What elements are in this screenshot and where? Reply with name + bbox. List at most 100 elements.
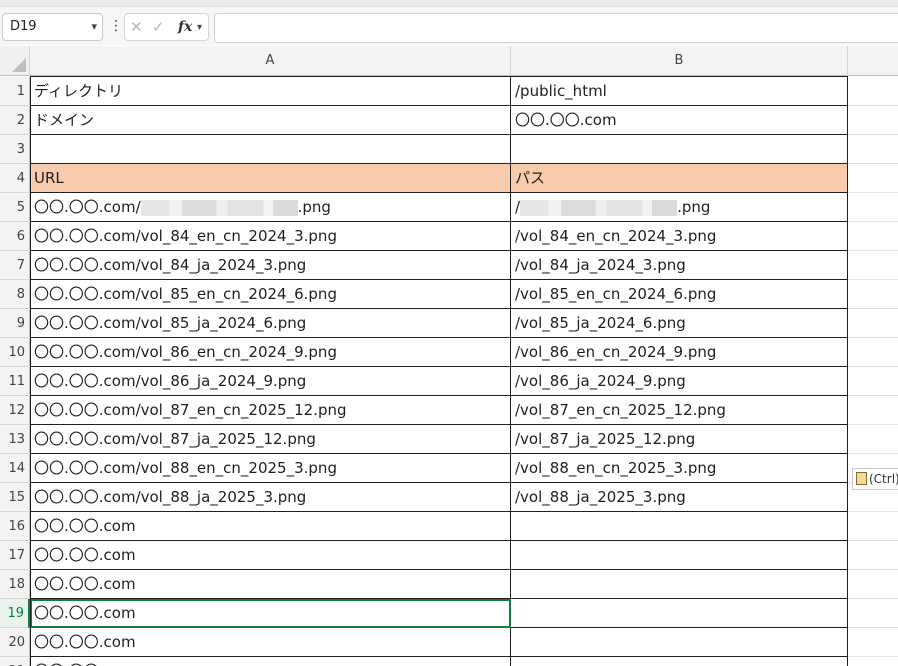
cell-a[interactable]: ディレクトリ [30,77,511,106]
cell-b[interactable] [511,599,848,628]
cell-b[interactable]: /vol_87_ja_2025_12.png [511,425,848,454]
cell-a[interactable]: 〇〇.〇〇.com [30,512,511,541]
cancel-icon[interactable]: ✕ [130,18,143,36]
table-row: 〇〇.〇〇.com/vol_86_en_cn_2024_9.png/vol_86… [30,338,898,367]
cell-c[interactable] [848,657,898,666]
cell-b[interactable]: パス [511,164,848,193]
row-header[interactable]: 19 [0,599,30,628]
cell-a[interactable]: 〇〇.〇〇.com/vol_88_en_cn_2025_3.png [30,454,511,483]
row-header[interactable]: 14 [0,454,30,483]
row-header[interactable]: 8 [0,280,30,309]
more-options-icon[interactable]: ⋮ [109,17,123,35]
chevron-down-icon[interactable]: ▾ [197,22,202,33]
cell-a[interactable]: 〇〇.〇〇.com [30,628,511,657]
cell-b[interactable]: /vol_84_ja_2024_3.png [511,251,848,280]
cell-c[interactable] [848,541,898,570]
table-row: 〇〇.〇〇.com [30,628,898,657]
cell-a[interactable]: 〇〇.〇〇.com/vol_87_en_cn_2025_12.png [30,396,511,425]
cell-c[interactable] [848,222,898,251]
cell-c[interactable] [848,425,898,454]
cell-c[interactable] [848,338,898,367]
table-border-left [30,76,31,666]
cell-b[interactable]: /vol_88_en_cn_2025_3.png [511,454,848,483]
row-header[interactable]: 10 [0,338,30,367]
column-header-b[interactable]: B [511,46,848,76]
row-header[interactable]: 1 [0,77,30,106]
cell-b[interactable]: 〇〇.〇〇.com [511,106,848,135]
cell-b[interactable] [511,570,848,599]
row-header[interactable]: 4 [0,164,30,193]
formula-input[interactable] [214,13,898,43]
redacted-region [520,199,678,216]
cell-a[interactable]: 〇〇.〇〇.com/vol_84_en_cn_2024_3.png [30,222,511,251]
cell-c[interactable] [848,628,898,657]
row-header[interactable]: 2 [0,106,30,135]
chevron-down-icon[interactable]: ▾ [91,14,97,40]
column-header-c[interactable] [848,46,898,76]
row-header[interactable]: 20 [0,628,30,657]
cell-c[interactable] [848,309,898,338]
paste-options-button[interactable]: (Ctrl) [852,468,898,490]
row-header[interactable]: 17 [0,541,30,570]
cell-c[interactable] [848,77,898,106]
cell-a[interactable]: 〇〇.〇〇.com/vol_86_ja_2024_9.png [30,367,511,396]
cell-a[interactable]: 〇〇.〇〇.com/vol_85_ja_2024_6.png [30,309,511,338]
name-box[interactable]: D19 ▾ [2,13,103,41]
cell-a[interactable] [30,135,511,164]
cell-b[interactable]: /vol_87_en_cn_2025_12.png [511,396,848,425]
cell-a[interactable]: 〇〇.〇〇.com/vol_84_ja_2024_3.png [30,251,511,280]
cell-b[interactable]: /vol_85_ja_2024_6.png [511,309,848,338]
cell-b[interactable]: /vol_85_en_cn_2024_6.png [511,280,848,309]
cell-c[interactable] [848,512,898,541]
cell-b[interactable]: /vol_86_en_cn_2024_9.png [511,338,848,367]
cell-a[interactable]: 〇〇.〇〇.com/vol_87_ja_2025_12.png [30,425,511,454]
cell-b[interactable]: /vol_86_ja_2024_9.png [511,367,848,396]
row-header[interactable]: 15 [0,483,30,512]
cell-a[interactable]: URL [30,164,511,193]
row-header[interactable]: 9 [0,309,30,338]
cell-b[interactable] [511,135,848,164]
cell-c[interactable] [848,106,898,135]
cell-b[interactable] [511,628,848,657]
cell-b[interactable]: /vol_84_en_cn_2024_3.png [511,222,848,251]
cell-b[interactable] [511,657,848,666]
cell-a[interactable]: 〇〇.〇〇.com/ .png [30,193,511,222]
cell-c[interactable] [848,280,898,309]
row-header[interactable]: 6 [0,222,30,251]
row-header[interactable]: 12 [0,396,30,425]
row-header[interactable]: 3 [0,135,30,164]
row-header[interactable]: 18 [0,570,30,599]
enter-icon[interactable]: ✓ [152,18,165,36]
select-all-button[interactable] [0,46,30,76]
cell-c[interactable] [848,135,898,164]
cell-c[interactable] [848,367,898,396]
cell-c[interactable] [848,251,898,280]
row-header[interactable]: 21 [0,657,30,666]
cell-b[interactable]: /public_html [511,77,848,106]
cell-b[interactable] [511,541,848,570]
cell-c[interactable] [848,396,898,425]
column-header-a[interactable]: A [30,46,511,76]
cell-a[interactable]: 〇〇.〇〇 [30,657,511,666]
cell-c[interactable] [848,570,898,599]
cell-c[interactable] [848,164,898,193]
cell-a[interactable]: 〇〇.〇〇.com [30,541,511,570]
cell-b[interactable] [511,512,848,541]
cell-b[interactable]: /vol_88_ja_2025_3.png [511,483,848,512]
row-header[interactable]: 16 [0,512,30,541]
cell-a[interactable]: 〇〇.〇〇.com/vol_85_en_cn_2024_6.png [30,280,511,309]
table-row [30,135,898,164]
row-header[interactable]: 13 [0,425,30,454]
insert-function-icon[interactable]: fx [178,19,192,35]
cell-a[interactable]: 〇〇.〇〇.com/vol_88_ja_2025_3.png [30,483,511,512]
cell-a[interactable]: ドメイン [30,106,511,135]
cell-a[interactable]: 〇〇.〇〇.com [30,570,511,599]
cell-a[interactable]: 〇〇.〇〇.com [30,599,511,628]
row-header[interactable]: 5 [0,193,30,222]
row-header[interactable]: 11 [0,367,30,396]
cell-a[interactable]: 〇〇.〇〇.com/vol_86_en_cn_2024_9.png [30,338,511,367]
row-header[interactable]: 7 [0,251,30,280]
cell-c[interactable] [848,599,898,628]
cell-c[interactable] [848,193,898,222]
cell-b[interactable]: / .png [511,193,848,222]
